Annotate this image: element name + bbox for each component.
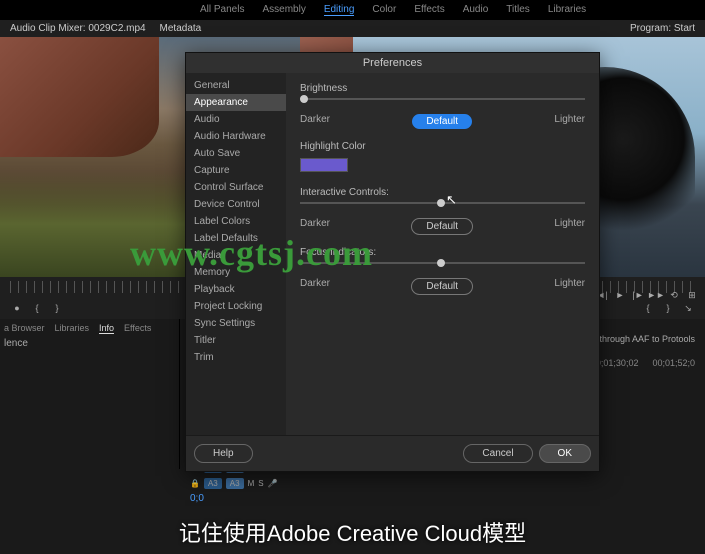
insert-icon[interactable]: { (641, 301, 655, 315)
dialog-footer: Help Cancel OK (186, 435, 599, 471)
p-safe-icon[interactable]: ⊞ (685, 288, 699, 302)
highlight-swatch[interactable] (300, 158, 348, 172)
pref-cat-control-surface[interactable]: Control Surface (186, 179, 286, 196)
top-info-bar: Audio Clip Mixer: 0029C2.mp4 Metadata Pr… (0, 20, 705, 37)
brightness-slider[interactable] (300, 98, 585, 100)
focus-lighter: Lighter (554, 278, 585, 295)
pref-cat-label-colors[interactable]: Label Colors (186, 213, 286, 230)
export-frame-icon[interactable]: ↘ (681, 301, 695, 315)
pref-cat-titler[interactable]: Titler (186, 332, 286, 349)
focus-darker: Darker (300, 278, 330, 295)
metadata-tab[interactable]: Metadata (160, 23, 202, 34)
info-content: lence (4, 338, 175, 349)
track-a3[interactable]: 🔒 A3 A3 M S 🎤 (190, 475, 470, 491)
mark-in-icon[interactable]: { (30, 301, 44, 315)
tab-info[interactable]: Info (99, 323, 114, 334)
tc-3: 00;01;52;0 (652, 358, 695, 368)
p-loop-icon[interactable]: ⟲ (667, 288, 681, 302)
add-marker-icon[interactable]: ● (10, 301, 24, 315)
pref-cat-media[interactable]: Media (186, 247, 286, 264)
interactive-lighter: Lighter (554, 218, 585, 235)
tab-titles[interactable]: Titles (506, 4, 530, 16)
tab-libraries2[interactable]: Libraries (55, 323, 90, 334)
track-target[interactable]: A3 (226, 478, 244, 489)
brightness-label: Brightness (300, 83, 585, 94)
workspace-tabs: All Panels Assembly Editing Color Effect… (0, 0, 705, 20)
preferences-content: Brightness Darker Default Lighter Highli… (286, 73, 599, 435)
interactive-default-button[interactable]: Default (411, 218, 473, 235)
ok-button[interactable]: OK (539, 444, 591, 463)
track-tag[interactable]: A3 (204, 478, 222, 489)
tab-audio[interactable]: Audio (463, 4, 489, 16)
brightness-darker: Darker (300, 114, 330, 129)
brightness-lighter: Lighter (554, 114, 585, 129)
p-play-icon[interactable]: ► (613, 288, 627, 302)
pref-cat-playback[interactable]: Playback (186, 281, 286, 298)
help-button[interactable]: Help (194, 444, 253, 463)
tab-libraries[interactable]: Libraries (548, 4, 586, 16)
interactive-label: Interactive Controls: (300, 187, 585, 198)
dialog-title: Preferences (186, 53, 599, 73)
pref-cat-trim[interactable]: Trim (186, 349, 286, 366)
pref-cat-audio[interactable]: Audio (186, 111, 286, 128)
tab-browser[interactable]: a Browser (4, 323, 45, 334)
focus-default-button[interactable]: Default (411, 278, 473, 295)
brightness-default-button[interactable]: Default (412, 114, 472, 129)
highlight-label: Highlight Color (300, 141, 585, 152)
focus-slider[interactable] (300, 262, 585, 264)
tab-color[interactable]: Color (372, 4, 396, 16)
pref-cat-sync-settings[interactable]: Sync Settings (186, 315, 286, 332)
solo-button[interactable]: S (258, 479, 263, 488)
pref-cat-label-defaults[interactable]: Label Defaults (186, 230, 286, 247)
p-step-fwd-icon[interactable]: |► (631, 288, 645, 302)
pref-cat-general[interactable]: General (186, 77, 286, 94)
browser-tabs: a Browser Libraries Info Effects (4, 323, 175, 334)
tab-assembly[interactable]: Assembly (262, 4, 305, 16)
pref-cat-project-locking[interactable]: Project Locking (186, 298, 286, 315)
p-next-icon[interactable]: ►► (649, 288, 663, 302)
focus-label: Focus Indicators: (300, 247, 585, 258)
subtitle: 记住使用Adobe Creative Cloud模型 (0, 516, 705, 548)
pref-cat-device-control[interactable]: Device Control (186, 196, 286, 213)
pref-cat-memory[interactable]: Memory (186, 264, 286, 281)
lock-icon[interactable]: 🔒 (190, 479, 200, 488)
tab-effects2[interactable]: Effects (124, 323, 151, 334)
pref-cat-capture[interactable]: Capture (186, 162, 286, 179)
preferences-dialog: Preferences General Appearance Audio Aud… (185, 52, 600, 472)
mute-button[interactable]: M (248, 479, 255, 488)
interactive-darker: Darker (300, 218, 330, 235)
pref-cat-appearance[interactable]: Appearance (186, 94, 286, 111)
timeline-timecode[interactable]: 0;0 (190, 493, 470, 504)
tab-effects[interactable]: Effects (414, 4, 444, 16)
pref-cat-audio-hardware[interactable]: Audio Hardware (186, 128, 286, 145)
tab-editing[interactable]: Editing (324, 4, 355, 16)
overwrite-icon[interactable]: } (661, 301, 675, 315)
cancel-button[interactable]: Cancel (463, 444, 532, 463)
program-label: Program: Start (630, 23, 695, 34)
mic-icon[interactable]: 🎤 (268, 479, 278, 488)
mark-out-icon[interactable]: } (50, 301, 64, 315)
browser-panel: a Browser Libraries Info Effects lence (0, 319, 180, 469)
interactive-slider[interactable] (300, 202, 585, 204)
tab-all-panels[interactable]: All Panels (200, 4, 244, 16)
preferences-sidebar: General Appearance Audio Audio Hardware … (186, 73, 286, 435)
pref-cat-auto-save[interactable]: Auto Save (186, 145, 286, 162)
audio-clip-mixer-label: Audio Clip Mixer: 0029C2.mp4 (10, 23, 146, 34)
